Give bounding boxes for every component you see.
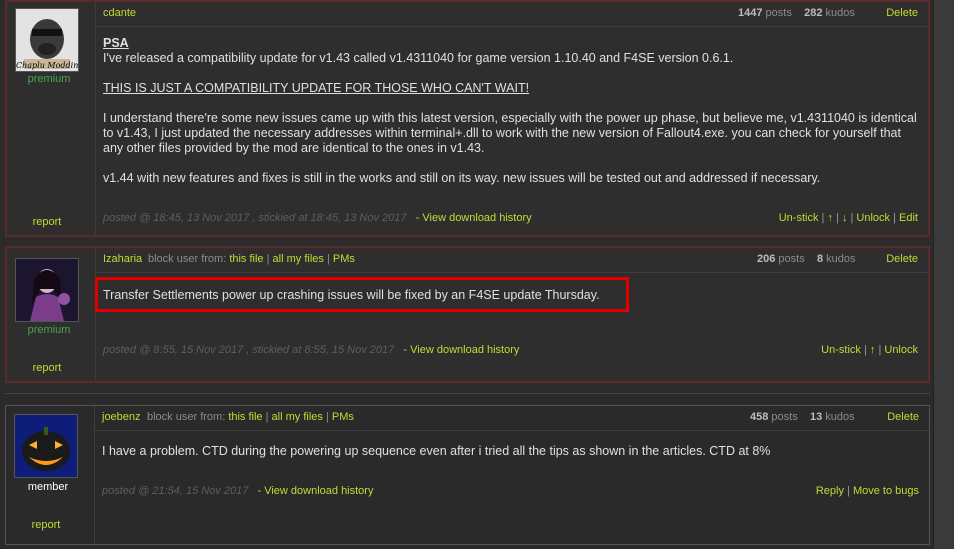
unlock-link[interactable]: Unlock [856, 212, 890, 224]
separator: | [266, 253, 270, 265]
author-name[interactable]: Izaharia [103, 253, 142, 265]
block-all-files-link[interactable]: all my files [273, 253, 324, 265]
post-meta: posted @ 18:45, 13 Nov 2017 , stickied a… [103, 212, 407, 224]
kudos-label: kudos [826, 253, 856, 265]
post-paragraph: I have a problem. CTD during the powerin… [102, 444, 771, 458]
post-content: I have a problem. CTD during the powerin… [102, 444, 919, 459]
avatar[interactable]: Chaplu Modding [15, 8, 79, 72]
block-pms-link[interactable]: PMs [333, 253, 355, 265]
separator: | [850, 212, 854, 224]
block-this-file-link[interactable]: this file [228, 411, 262, 423]
post-header: Izaharia block user from: this file | al… [95, 248, 928, 273]
post-footer: posted @ 18:45, 13 Nov 2017 , stickied a… [103, 212, 918, 224]
post-paragraph: I've released a compatibility update for… [103, 51, 734, 65]
block-this-file-link[interactable]: this file [229, 253, 263, 265]
block-all-files-link[interactable]: all my files [272, 411, 323, 423]
user-rank: member [27, 481, 69, 493]
unlock-link[interactable]: Unlock [884, 344, 918, 356]
separator: | [326, 253, 330, 265]
page-scroll-gutter [933, 0, 954, 549]
block-label: block user from: [147, 411, 226, 423]
separator: | [878, 344, 882, 356]
post-caps-notice: THIS IS JUST A COMPATIBILITY UPDATE FOR … [103, 81, 530, 95]
posts-count: 206 [757, 253, 776, 265]
delete-button[interactable]: Delete [887, 411, 919, 423]
block-user-options: block user from: this file | all my file… [147, 411, 354, 423]
post-actions: Un-stick | ↑ | ↓ | Unlock | Edit [779, 212, 918, 224]
avatar-caption: Chaplu Modding [16, 61, 78, 70]
kudos-count: 13 [809, 411, 823, 423]
post-paragraph: I understand there're some new issues ca… [103, 111, 917, 155]
separator: | [863, 344, 867, 356]
post-content: PSA I've released a compatibility update… [103, 36, 918, 201]
avatar-portrait-icon [16, 259, 78, 321]
download-history-link[interactable]: - View download history [403, 344, 519, 356]
move-up-link[interactable]: ↑ [870, 344, 876, 356]
post-actions: Un-stick | ↑ | Unlock [821, 344, 918, 356]
user-rank: premium [27, 324, 71, 336]
user-rank: premium [27, 73, 71, 85]
author-name[interactable]: joebenz [102, 411, 141, 423]
post-footer: posted @ 21:54, 15 Nov 2017 - View downl… [102, 485, 919, 497]
block-label: block user from: [148, 253, 227, 265]
kudos-count: 8 [816, 253, 824, 265]
block-pms-link[interactable]: PMs [332, 411, 354, 423]
avatar[interactable] [14, 414, 78, 478]
delete-button[interactable]: Delete [886, 253, 918, 265]
report-link[interactable]: report [7, 362, 87, 374]
post-stats: 206 posts 8 kudos [757, 253, 856, 265]
kudos-label: kudos [825, 7, 855, 19]
comment-post-izaharia: premium report Izaharia block user from:… [5, 246, 930, 383]
section-divider [5, 393, 930, 394]
posts-count: 1447 [738, 7, 763, 19]
post-meta: posted @ 8:55, 15 Nov 2017 , stickied at… [103, 344, 395, 356]
red-highlight-box [95, 277, 629, 312]
unstick-link[interactable]: Un-stick [821, 344, 861, 356]
delete-button[interactable]: Delete [886, 7, 918, 19]
author-name[interactable]: cdante [103, 7, 136, 19]
posts-label: posts [765, 7, 792, 19]
separator: | [325, 411, 329, 423]
author-sidebar: Chaplu Modding premium report [7, 2, 96, 235]
unstick-link[interactable]: Un-stick [779, 212, 819, 224]
edit-link[interactable]: Edit [899, 212, 918, 224]
comment-post-joebenz: member report joebenz block user from: t… [5, 405, 930, 545]
post-meta: posted @ 21:54, 15 Nov 2017 [102, 485, 249, 497]
posts-label: posts [771, 411, 798, 423]
block-user-options: block user from: this file | all my file… [148, 253, 355, 265]
separator: | [836, 212, 839, 224]
separator: | [847, 485, 850, 497]
post-header: joebenz block user from: this file | all… [94, 406, 929, 431]
move-up-link[interactable]: ↑ [827, 212, 833, 224]
post-footer: posted @ 8:55, 15 Nov 2017 , stickied at… [103, 344, 918, 356]
report-link[interactable]: report [6, 519, 86, 531]
author-sidebar: premium report [7, 248, 96, 381]
kudos-label: kudos [825, 411, 855, 423]
download-history-link[interactable]: - View download history [258, 485, 374, 497]
move-to-bugs-link[interactable]: Move to bugs [853, 485, 919, 497]
posts-count: 458 [750, 411, 769, 423]
reply-link[interactable]: Reply [816, 485, 844, 497]
separator: | [821, 212, 825, 224]
post-actions: Reply | Move to bugs [816, 485, 919, 497]
post-header: cdante 1447 posts 282 kudos Delete [95, 2, 928, 27]
author-sidebar: member report [6, 406, 95, 544]
post-stats: 1447 posts 282 kudos [738, 7, 855, 19]
post-title: PSA [103, 36, 129, 50]
comment-post-cdante: Chaplu Modding premium report cdante 144… [5, 0, 930, 237]
post-paragraph: v1.44 with new features and fixes is sti… [103, 171, 821, 185]
separator: | [893, 212, 896, 224]
avatar-pumpkin-icon [15, 415, 77, 477]
post-stats: 458 posts 13 kudos [750, 411, 855, 423]
posts-label: posts [778, 253, 805, 265]
avatar[interactable] [15, 258, 79, 322]
move-down-link[interactable]: ↓ [842, 212, 848, 224]
report-link[interactable]: report [7, 216, 87, 228]
download-history-link[interactable]: - View download history [416, 212, 532, 224]
separator: | [265, 411, 269, 423]
kudos-count: 282 [804, 7, 823, 19]
